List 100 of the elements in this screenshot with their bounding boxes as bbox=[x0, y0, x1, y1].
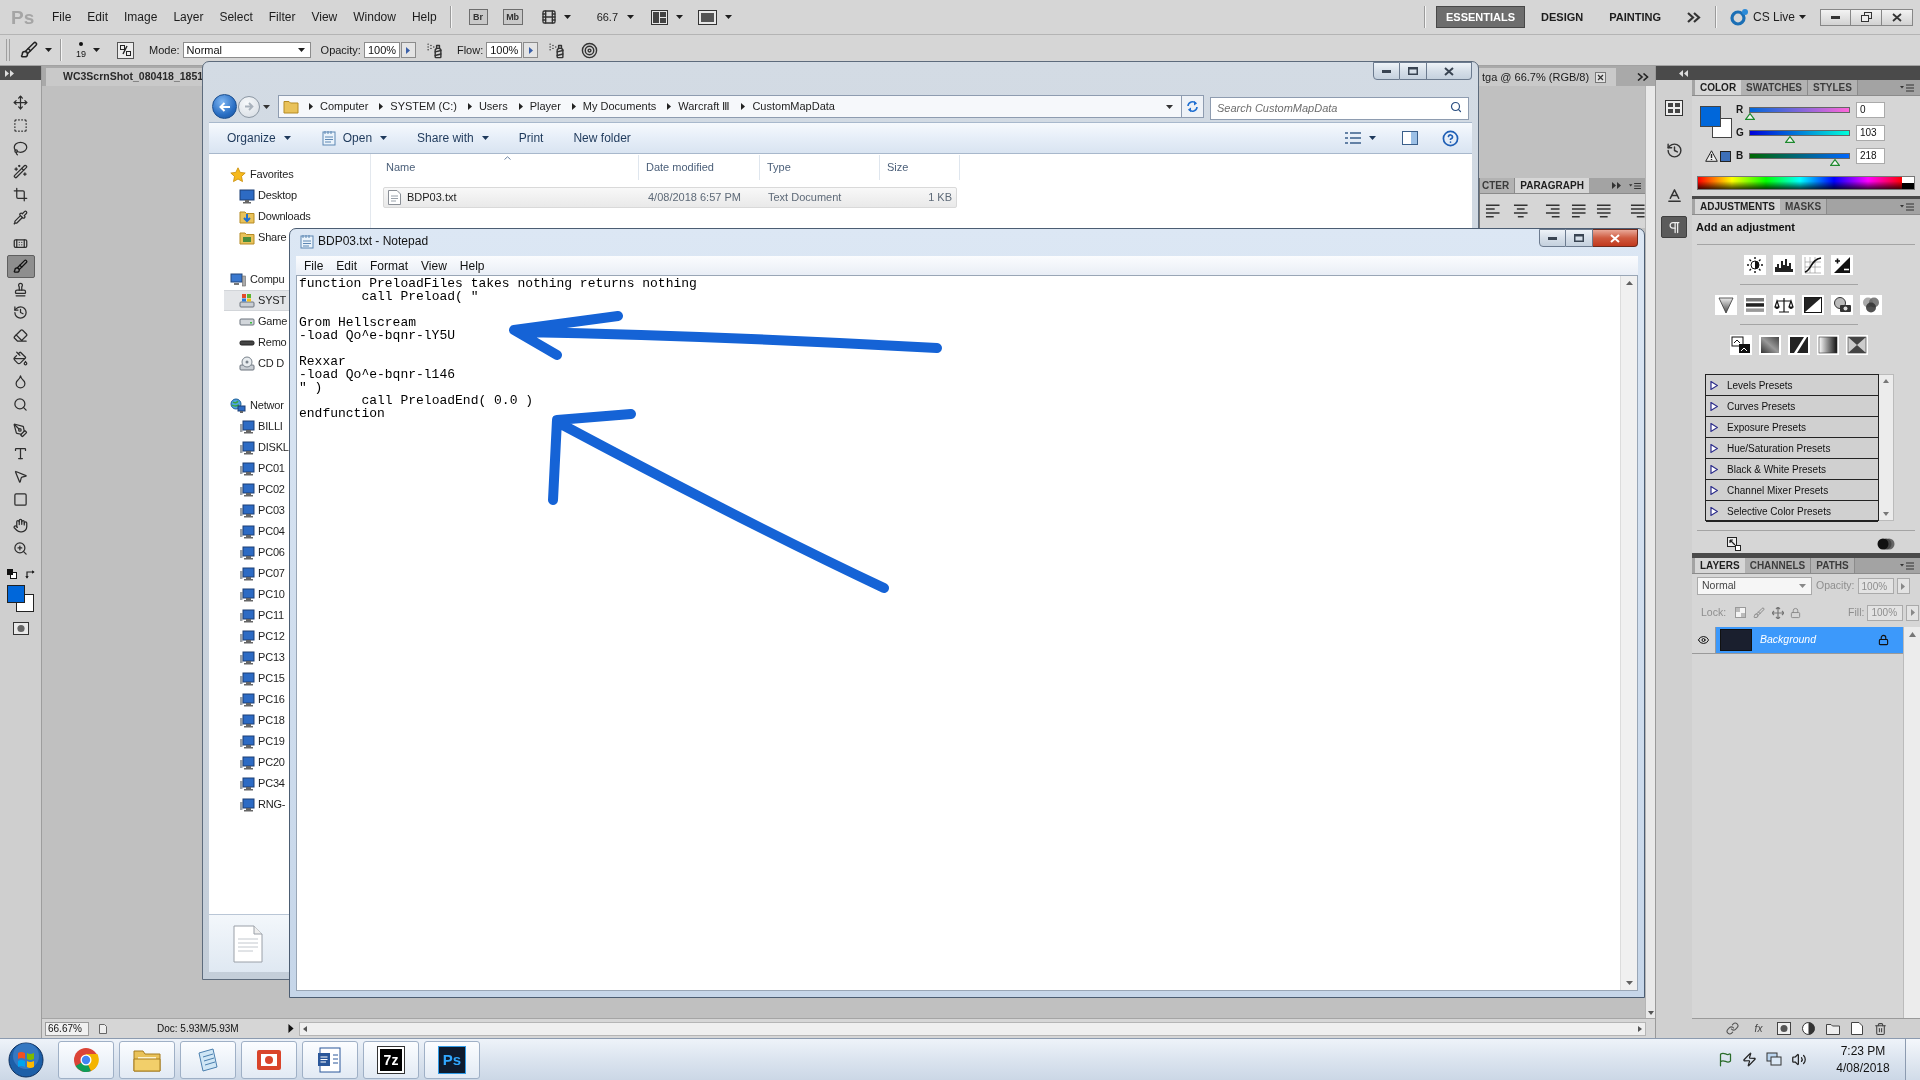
color-spectrum[interactable] bbox=[1697, 176, 1915, 190]
camera-icon[interactable] bbox=[1831, 295, 1853, 315]
double-chevron-icon[interactable] bbox=[1612, 182, 1621, 189]
taskbar-button[interactable] bbox=[241, 1040, 297, 1079]
taskbar-button[interactable] bbox=[58, 1040, 114, 1079]
panel-tab[interactable]: MASKS bbox=[1780, 199, 1828, 214]
column-header[interactable]: Size bbox=[880, 155, 960, 180]
slider-thumb[interactable] bbox=[1745, 112, 1755, 120]
panel-tab[interactable]: ADJUSTMENTS bbox=[1695, 199, 1780, 214]
align-left-icon[interactable] bbox=[1485, 203, 1501, 219]
toolbar-button[interactable]: New folder bbox=[564, 125, 640, 151]
half-circle-icon[interactable] bbox=[1802, 1022, 1815, 1035]
vertical-scrollbar[interactable] bbox=[1620, 276, 1637, 990]
sidebar-item[interactable]: PC19 bbox=[224, 731, 289, 752]
close-button[interactable] bbox=[1427, 62, 1472, 80]
sidebar-item[interactable]: PC15 bbox=[224, 668, 289, 689]
menu-item[interactable]: Edit bbox=[330, 257, 364, 274]
toolbar-button[interactable]: Organize bbox=[218, 125, 300, 151]
new-page-icon[interactable] bbox=[1851, 1022, 1863, 1035]
preset-item[interactable]: Hue/Saturation Presets bbox=[1706, 438, 1878, 459]
menu-item[interactable]: Filter bbox=[260, 6, 304, 28]
bridge-button[interactable]: Br bbox=[468, 9, 488, 25]
sidebar-item[interactable]: PC16 bbox=[224, 689, 289, 710]
menu-item[interactable]: Format bbox=[364, 257, 415, 274]
quick-mask-icon[interactable] bbox=[12, 622, 29, 635]
sidebar-item[interactable]: CD D bbox=[224, 353, 289, 374]
sidebar-item[interactable]: Share bbox=[224, 227, 289, 248]
page-icon[interactable] bbox=[99, 1023, 107, 1034]
menu-item[interactable]: File bbox=[44, 6, 80, 28]
sun-icon[interactable] bbox=[1744, 255, 1766, 275]
vertical-scrollbar[interactable] bbox=[1903, 627, 1920, 1018]
maximize-button[interactable] bbox=[1400, 62, 1427, 80]
sidebar-item[interactable]: PC01 bbox=[224, 458, 289, 479]
half-square-icon[interactable] bbox=[1802, 295, 1824, 315]
panel-menu-icon[interactable] bbox=[1900, 202, 1914, 211]
value-field[interactable]: 0 bbox=[1856, 101, 1885, 118]
warning-triangle-icon[interactable] bbox=[1705, 150, 1718, 162]
extras-button[interactable] bbox=[539, 7, 571, 27]
toolbar-button[interactable]: Open bbox=[311, 125, 397, 151]
breadcrumb-link[interactable]: Player bbox=[529, 98, 565, 115]
panel-menu-icon[interactable] bbox=[1900, 83, 1914, 92]
trash-icon[interactable] bbox=[1874, 1021, 1887, 1036]
menu-item[interactable]: Select bbox=[211, 6, 261, 28]
horizontal-scrollbar[interactable] bbox=[298, 1021, 1646, 1036]
checker-square-icon[interactable] bbox=[1735, 607, 1747, 618]
sidebar-item[interactable]: PC12 bbox=[224, 626, 289, 647]
text-area[interactable]: function PreloadFiles takes nothing returns nothing call Preload( " Grom Hellscream -load Qo^e-bqnr-lY5U Rexxar -load Qo^e-bqnr-l146 " ) call PreloadEnd( 0.0 ) endfunction bbox=[296, 275, 1638, 991]
flow-field[interactable]: 100% bbox=[486, 42, 523, 58]
panel-menu-icon[interactable] bbox=[1629, 181, 1641, 190]
preset-item[interactable]: Curves Presets bbox=[1706, 396, 1878, 417]
flag-icon[interactable] bbox=[1718, 1052, 1733, 1067]
panel-tab[interactable]: COLOR bbox=[1695, 80, 1742, 95]
tool-button[interactable] bbox=[6, 255, 35, 278]
sidebar-item[interactable]: Remo bbox=[224, 332, 289, 353]
mini-bridge-button[interactable]: Mb bbox=[502, 9, 523, 25]
zoom-field[interactable]: 66.67% bbox=[45, 1021, 89, 1036]
double-chevron-icon[interactable] bbox=[5, 69, 14, 77]
sidebar-item[interactable]: BILLI bbox=[224, 416, 289, 437]
close-button[interactable] bbox=[1882, 8, 1913, 26]
show-desktop-button[interactable] bbox=[1905, 1038, 1920, 1080]
menu-item[interactable]: Help bbox=[403, 6, 445, 28]
link-icon[interactable] bbox=[1725, 1022, 1740, 1035]
sidebar-item[interactable]: PC02 bbox=[224, 479, 289, 500]
sidebar-item[interactable]: PC18 bbox=[224, 710, 289, 731]
double-chevron-icon[interactable] bbox=[1679, 69, 1688, 77]
swap-arrows-icon[interactable] bbox=[24, 569, 35, 579]
column-header[interactable]: Date modified bbox=[639, 155, 760, 180]
sidebar-item[interactable]: PC06 bbox=[224, 542, 289, 563]
toolbar-button[interactable]: Share with bbox=[408, 125, 498, 151]
menu-item[interactable]: Window bbox=[345, 6, 404, 28]
three-circles-icon[interactable] bbox=[1860, 295, 1882, 315]
breadcrumb-link[interactable]: Computer bbox=[320, 98, 373, 115]
document-tab[interactable]: WC3ScrnShot_080418_1851 bbox=[46, 68, 202, 86]
taskbar-button[interactable]: 7z bbox=[363, 1040, 419, 1079]
preset-item[interactable]: Exposure Presets bbox=[1706, 417, 1878, 438]
breadcrumb-link[interactable]: SYSTEM (C:) bbox=[390, 98, 461, 115]
diagonal-gradient-icon[interactable] bbox=[1759, 335, 1781, 355]
column-header[interactable]: Type bbox=[760, 155, 880, 180]
close-icon[interactable] bbox=[1595, 71, 1607, 83]
sidebar-item[interactable]: PC11 bbox=[224, 605, 289, 626]
flow-arrow-button[interactable] bbox=[523, 42, 539, 58]
double-chevron-icon[interactable] bbox=[1686, 11, 1701, 23]
inverted-squares-icon[interactable] bbox=[1730, 335, 1752, 355]
inverted-triangle-icon[interactable] bbox=[1715, 295, 1737, 315]
document-tab[interactable]: tga @ 66.7% (RGB/8) bbox=[1479, 68, 1616, 86]
screen-mode-button[interactable] bbox=[698, 7, 733, 27]
panel-tab[interactable]: PATHS bbox=[1811, 558, 1855, 573]
menu-item[interactable]: View bbox=[303, 6, 346, 28]
color-swatches-icon[interactable] bbox=[7, 585, 34, 612]
sidebar-item[interactable]: PC10 bbox=[224, 584, 289, 605]
column-header[interactable]: Name bbox=[371, 155, 639, 180]
panel-tab[interactable]: STYLES bbox=[1808, 80, 1858, 95]
clock-date[interactable]: 4/08/2018 bbox=[1836, 1059, 1890, 1077]
plus-minus-square-icon[interactable] bbox=[1831, 255, 1853, 275]
align-center-icon[interactable] bbox=[1512, 203, 1528, 219]
breadcrumb-link[interactable]: My Documents bbox=[582, 98, 661, 115]
toolbar-button[interactable]: Print bbox=[509, 125, 553, 151]
opacity-arrow-button[interactable] bbox=[400, 42, 416, 58]
sidebar-item[interactable]: Compu bbox=[224, 269, 289, 290]
sidebar-item[interactable]: PC03 bbox=[224, 500, 289, 521]
